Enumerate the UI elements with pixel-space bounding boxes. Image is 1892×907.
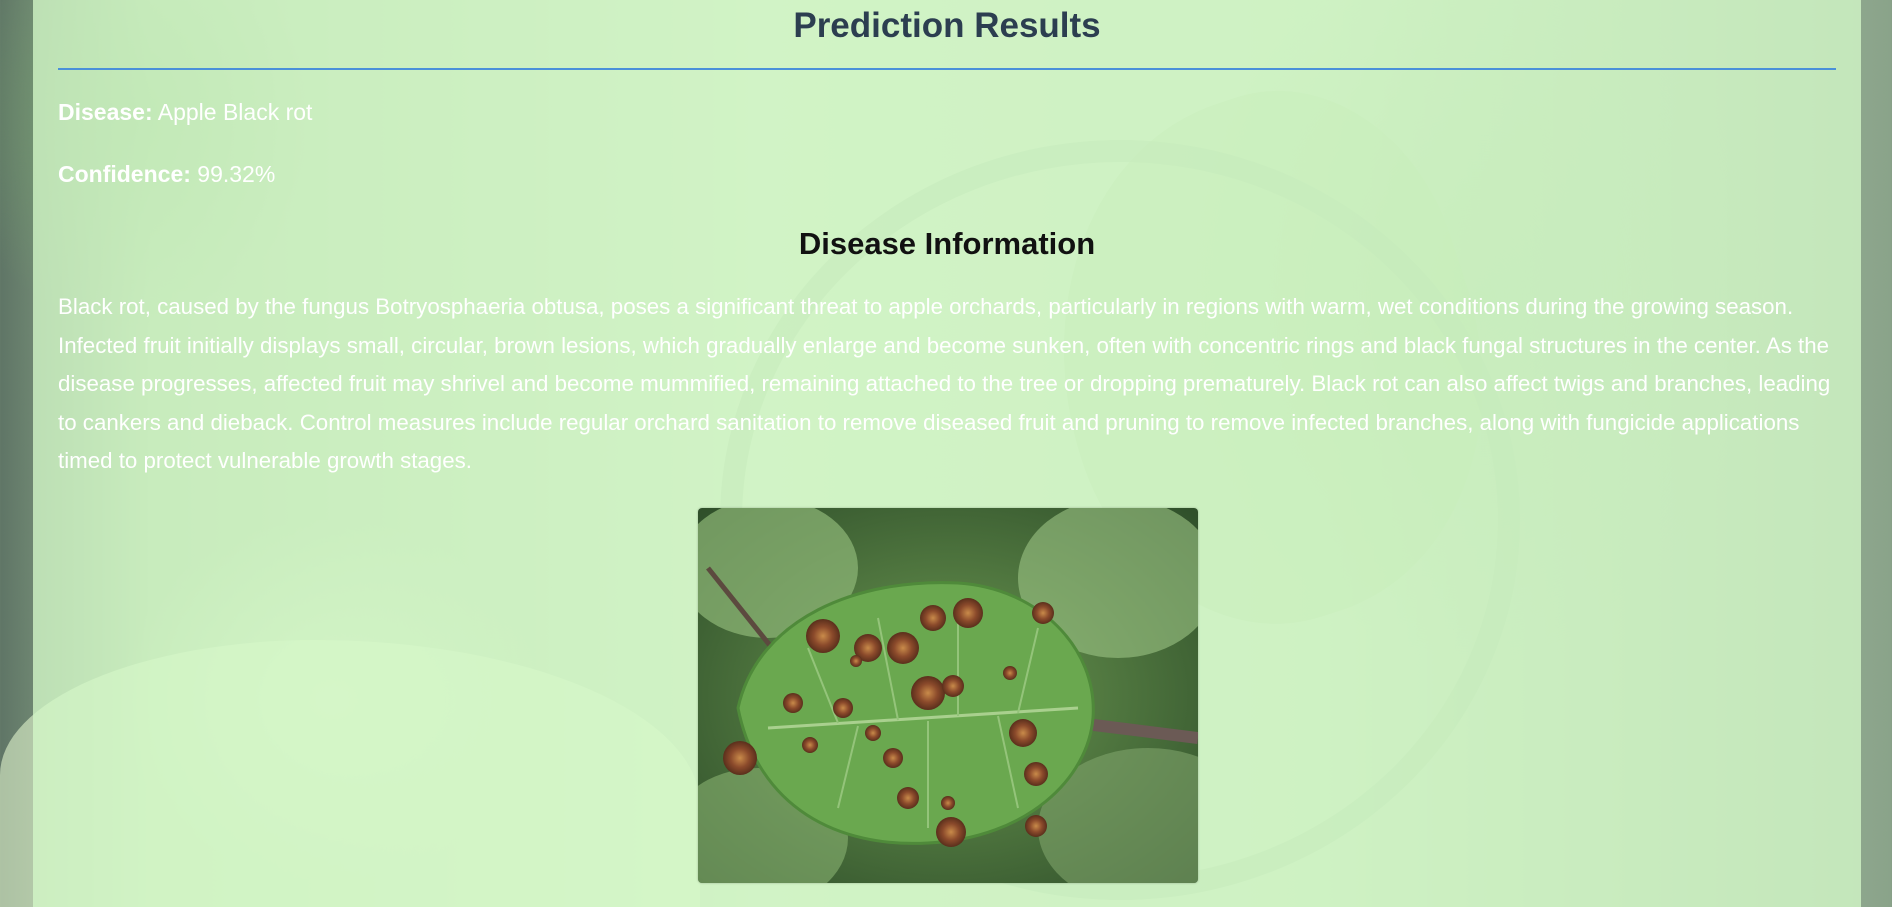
disease-description: Black rot, caused by the fungus Botryosp… — [58, 294, 1831, 473]
confidence-field: Confidence: 99.32% — [58, 159, 1836, 189]
leaf-illustration — [698, 508, 1198, 883]
disease-value: Apple Black rot — [157, 99, 313, 125]
results-panel: Prediction Results Disease: Apple Black … — [33, 0, 1861, 907]
title-divider — [58, 68, 1836, 70]
confidence-value: 99.32% — [197, 161, 276, 187]
disease-info-heading: Disease Information — [798, 226, 1096, 261]
disease-label: Disease: — [58, 99, 153, 125]
disease-leaf-image — [698, 508, 1198, 883]
confidence-label: Confidence: — [58, 161, 191, 187]
page-title: Prediction Results — [793, 6, 1101, 45]
disease-field: Disease: Apple Black rot — [58, 97, 1836, 127]
